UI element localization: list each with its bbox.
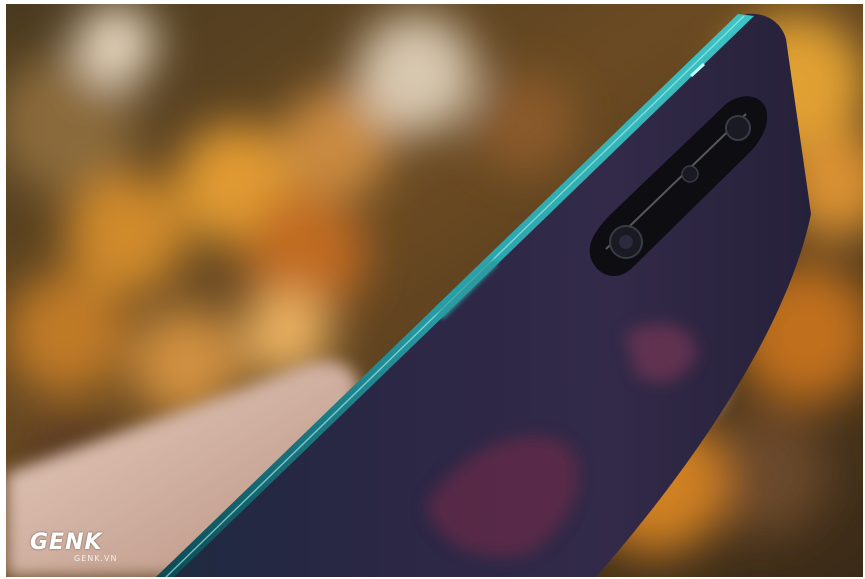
camera-lens-2 xyxy=(681,165,699,183)
image-frame: GENK GENK.VN xyxy=(0,0,865,579)
camera-lens-3 xyxy=(725,115,751,141)
watermark-logo: GENK xyxy=(30,530,103,555)
photo-scene xyxy=(6,4,863,577)
watermark-site: GENK.VN xyxy=(74,554,118,563)
photo: GENK GENK.VN xyxy=(6,4,863,577)
genk-watermark: GENK GENK.VN xyxy=(30,532,140,566)
